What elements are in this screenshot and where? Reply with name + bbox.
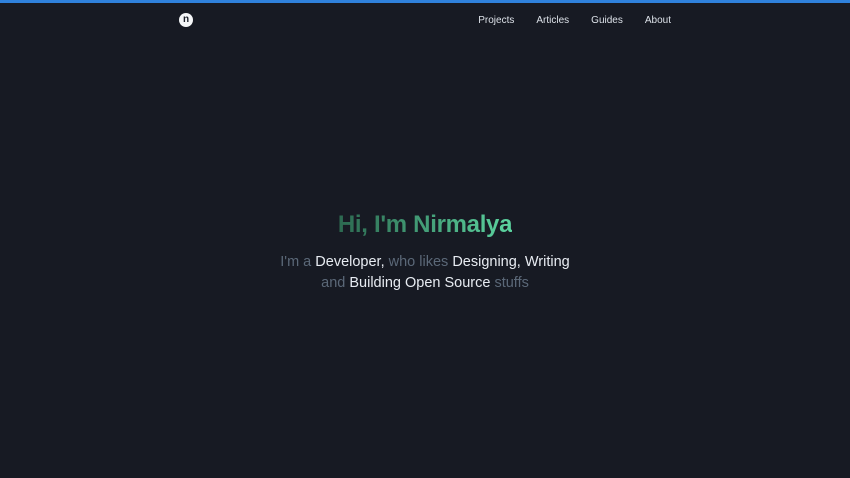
hero-subtitle-line: and Building Open Source stuffs bbox=[179, 273, 671, 294]
hero-subtitle-segment: Building Open Source bbox=[349, 275, 490, 291]
hero-subtitle-line: I'm a Developer, who likes Designing, Wr… bbox=[179, 252, 671, 273]
hero-subtitle-segment: Developer, bbox=[315, 254, 384, 270]
hero-subtitle-segment: stuffs bbox=[490, 275, 528, 291]
hero-subtitle: I'm a Developer, who likes Designing, Wr… bbox=[179, 252, 671, 294]
nav-item-articles[interactable]: Articles bbox=[536, 15, 569, 26]
hero-subtitle-segment: and bbox=[321, 275, 349, 291]
nav-item-guides[interactable]: Guides bbox=[591, 15, 623, 26]
hero-subtitle-segment: who likes bbox=[385, 254, 453, 270]
logo-letter: n bbox=[183, 15, 189, 25]
hero-subtitle-segment: I'm a bbox=[280, 254, 315, 270]
nav-item-projects[interactable]: Projects bbox=[478, 15, 514, 26]
hero-section: Hi, I'm Nirmalya I'm a Developer, who li… bbox=[0, 31, 850, 294]
nav-item-about[interactable]: About bbox=[645, 15, 671, 26]
main-nav: Projects Articles Guides About bbox=[478, 15, 671, 26]
logo[interactable]: n bbox=[179, 13, 193, 27]
hero-subtitle-segment: Designing, Writing bbox=[452, 254, 569, 270]
site-header: n Projects Articles Guides About bbox=[0, 3, 850, 31]
hero-title: Hi, I'm Nirmalya bbox=[338, 211, 512, 239]
